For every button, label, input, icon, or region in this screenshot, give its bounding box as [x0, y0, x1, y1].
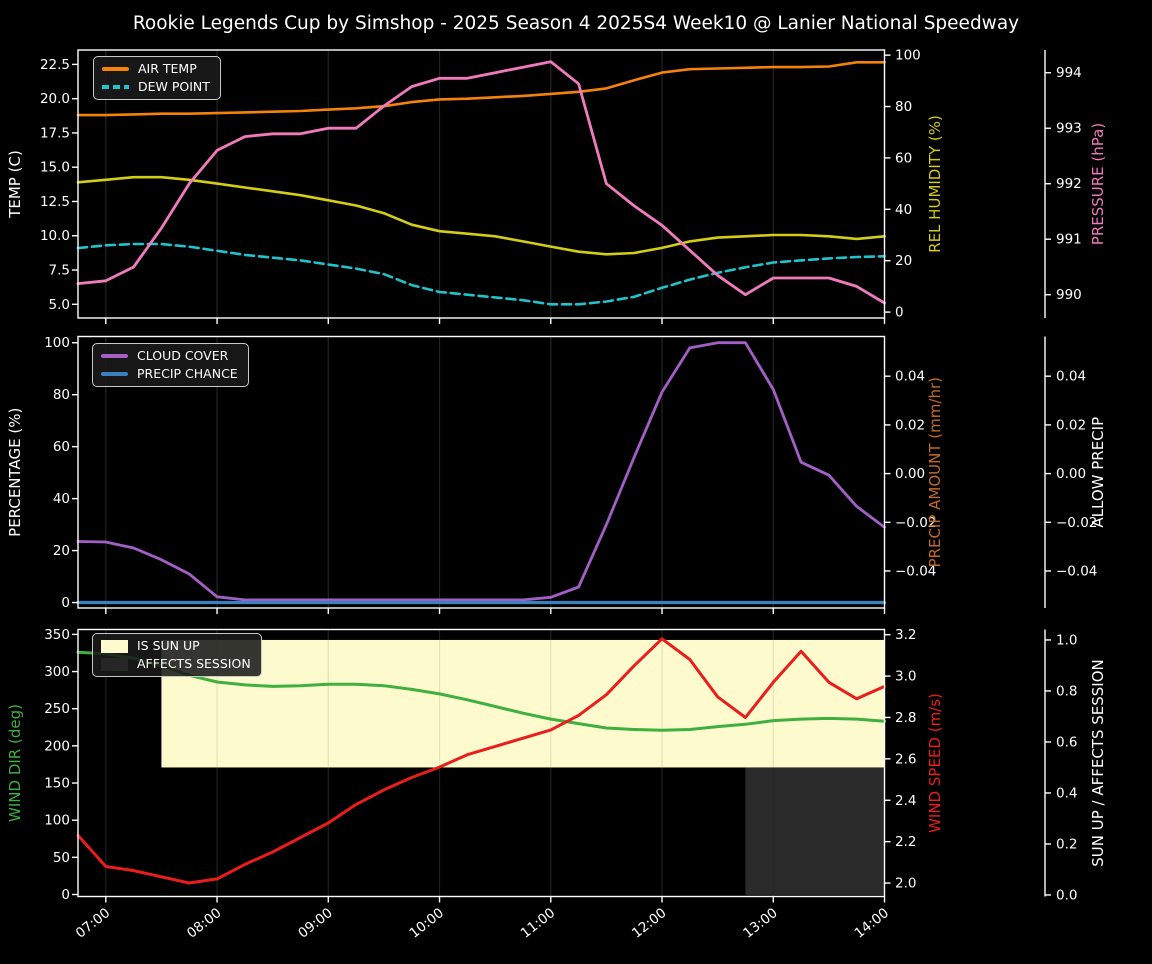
legend-item: CLOUD COVER	[101, 349, 238, 363]
y-tick-label: 0.6	[1056, 734, 1077, 750]
legend-wind-sun: IS SUN UP AFFECTS SESSION	[92, 633, 262, 677]
series-dew-point-line	[76, 242, 886, 306]
legend-item-label: DEW POINT	[138, 79, 210, 94]
is-sun-up-swatch	[101, 639, 128, 653]
y-tick-label: 994	[1056, 65, 1082, 81]
x-tick-label: 11:00	[518, 905, 559, 942]
legend-item: AFFECTS SESSION	[101, 657, 251, 671]
axis-label-wind-dir-deg: WIND DIR (deg)	[6, 704, 24, 822]
y-tick-label: 150	[44, 776, 70, 792]
y-tick-label: 7.5	[49, 263, 70, 279]
axis-label-allow-precip: ALLOW PRECIP	[1089, 417, 1107, 528]
figure-title: Rookie Legends Cup by Simshop - 2025 Sea…	[132, 13, 1020, 34]
y-tick-label: 50	[53, 850, 70, 866]
series-rel-humidity-line	[76, 175, 886, 256]
y-tick-label: 991	[1056, 232, 1082, 248]
legend-item: DEW POINT	[102, 80, 210, 94]
y-tick-label: 60	[53, 439, 70, 455]
air-temp-swatch	[102, 67, 129, 71]
y-tick-label: 5.0	[49, 297, 70, 313]
y-tick-label: 2.0	[895, 876, 916, 892]
y-tick-label: 0.04	[895, 369, 925, 385]
y-tick-label: 200	[44, 738, 70, 754]
legend-item-label: CLOUD COVER	[137, 348, 229, 363]
legend-item-label: AFFECTS SESSION	[137, 656, 251, 671]
axis-label-rel-humidity: REL HUMIDITY (%)	[926, 115, 944, 253]
x-tick-label: 13:00	[740, 905, 781, 942]
band-is-sun-up	[161, 639, 885, 768]
y-tick-label: 22.5	[40, 57, 70, 73]
y-tick-label: 2.6	[895, 751, 916, 767]
y-tick-label: 0	[61, 887, 70, 903]
y-tick-label: 20	[895, 253, 912, 269]
x-tick-label: 09:00	[295, 905, 336, 942]
axis-label-pressure-hpa: PRESSURE (hPa)	[1089, 123, 1107, 245]
x-tick-label: 08:00	[184, 905, 225, 942]
x-tick-label: 12:00	[629, 905, 670, 942]
y-tick-label: 0	[61, 595, 70, 611]
y-tick-label: 100	[895, 48, 921, 64]
cloud-cover-swatch	[101, 354, 128, 358]
y-tick-label: 17.5	[40, 125, 70, 141]
y-tick-label: 2.8	[895, 710, 916, 726]
y-tick-label: 992	[1056, 176, 1082, 192]
x-tick-label: 10:00	[406, 905, 447, 942]
y-tick-label: 0	[895, 305, 904, 321]
precip-chance-swatch	[101, 372, 128, 376]
legend-item: PRECIP CHANCE	[101, 367, 238, 381]
weather-chart-figure: Rookie Legends Cup by Simshop - 2025 Sea…	[0, 0, 1152, 960]
legend-cloud-precip: CLOUD COVER PRECIP CHANCE	[92, 343, 249, 387]
y-tick-label: 100	[44, 813, 70, 829]
legend-item-label: AIR TEMP	[138, 61, 197, 76]
y-tick-label: 0.8	[1056, 683, 1077, 699]
y-tick-label: 0.02	[1056, 417, 1086, 433]
y-tick-label: 2.2	[895, 834, 916, 850]
legend-item: AIR TEMP	[102, 62, 210, 76]
axis-label-precip-amount-mm-hr: PRECIP AMOUNT (mm/hr)	[926, 377, 944, 567]
y-tick-label: 2.4	[895, 793, 916, 809]
band-affects-session	[745, 767, 885, 895]
y-tick-label: 990	[1056, 287, 1082, 303]
y-tick-label: 80	[53, 387, 70, 403]
y-tick-label: 0.02	[895, 417, 925, 433]
axis-label-sun-up-affects-session: SUN UP / AFFECTS SESSION	[1089, 659, 1107, 867]
y-tick-label: 0.0	[1056, 887, 1077, 903]
dew-point-swatch	[102, 85, 129, 89]
y-tick-label: 10.0	[40, 228, 70, 244]
x-tick-label: 14:00	[851, 905, 892, 942]
y-tick-label: 350	[44, 627, 70, 643]
y-tick-label: 0.00	[895, 466, 925, 482]
y-tick-label: 0.4	[1056, 785, 1077, 801]
x-tick-label: 07:00	[73, 905, 114, 942]
charts-canvas: 5.0 7.5 10.0 12.5 15.0 17.5 20.0 22.5 TEMP (C) 0 2…	[6, 48, 1107, 942]
axis-label-percentage: PERCENTAGE (%)	[6, 408, 24, 537]
y-tick-label: 3.0	[895, 669, 916, 685]
y-tick-label: 100	[44, 335, 70, 351]
y-tick-label: 80	[895, 99, 912, 115]
y-tick-label: 300	[44, 664, 70, 680]
y-tick-label: 15.0	[40, 160, 70, 176]
y-tick-label: 40	[53, 491, 70, 507]
y-tick-label: 40	[895, 202, 912, 218]
y-tick-label: −0.04	[1056, 563, 1097, 579]
y-tick-label: 0.00	[1056, 466, 1086, 482]
y-tick-label: 0.2	[1056, 836, 1077, 852]
y-tick-label: 20	[53, 543, 70, 559]
y-tick-label: 993	[1056, 121, 1082, 137]
axis-label-temp-c: TEMP (C)	[6, 150, 24, 219]
y-tick-label: 60	[895, 150, 912, 166]
y-tick-label: 3.2	[895, 627, 916, 643]
legend-item: IS SUN UP	[101, 639, 251, 653]
y-tick-label: 20.0	[40, 91, 70, 107]
axis-label-wind-speed-m-s: WIND SPEED (m/s)	[926, 693, 944, 833]
affects-session-swatch	[101, 657, 128, 671]
legend-item-label: IS SUN UP	[137, 638, 200, 653]
legend-temp-humidity-pressure: AIR TEMP DEW POINT	[93, 56, 221, 100]
y-tick-label: 12.5	[40, 194, 70, 210]
legend-item-label: PRECIP CHANCE	[137, 366, 238, 381]
y-tick-label: 1.0	[1056, 632, 1077, 648]
y-tick-label: 250	[44, 701, 70, 717]
y-tick-label: 0.04	[1056, 369, 1086, 385]
